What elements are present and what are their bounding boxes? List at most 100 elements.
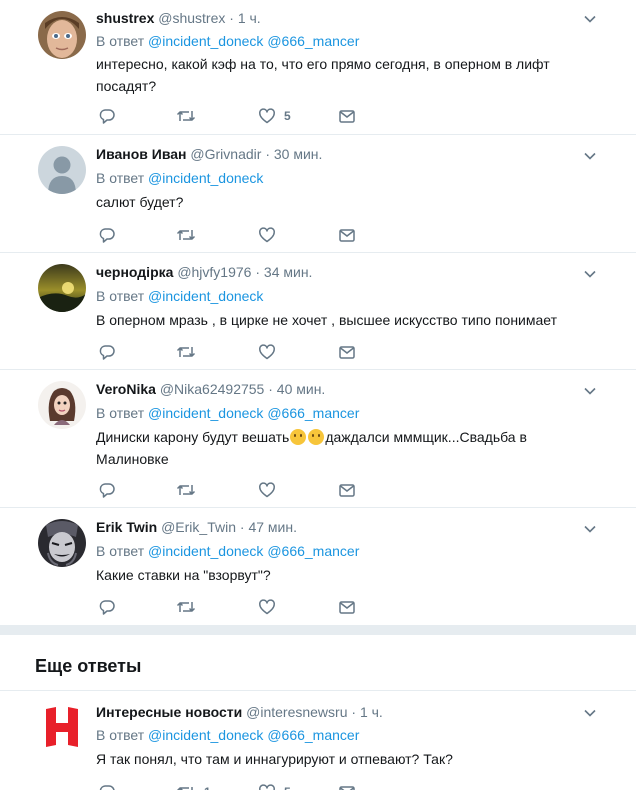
chevron-down-icon[interactable] xyxy=(582,11,598,27)
tweet-1[interactable]: shustrex @shustrex · 1 ч. В ответ @incid… xyxy=(0,0,636,135)
author-handle[interactable]: @interesnewsru xyxy=(246,704,347,720)
reply-context: В ответ @incident_doneck @666_mancer xyxy=(96,726,359,744)
reply-prefix: В ответ xyxy=(96,288,145,304)
author-name[interactable]: VeroNika xyxy=(96,381,156,397)
like-button[interactable] xyxy=(258,597,276,617)
reply-button[interactable] xyxy=(98,480,116,500)
like-count: 5 xyxy=(284,785,291,790)
mention-links[interactable]: @incident_doneck xyxy=(148,170,263,186)
chevron-down-icon[interactable] xyxy=(582,383,598,399)
tweet-text: интересно, какой кэф на то, что его прям… xyxy=(96,56,550,94)
like-icon xyxy=(259,482,275,498)
like-button[interactable] xyxy=(258,225,276,245)
tweet-time[interactable]: 47 мин. xyxy=(248,519,297,535)
mention-links[interactable]: @incident_doneck @666_mancer xyxy=(148,33,359,49)
author-handle[interactable]: @hjvfy1976 xyxy=(177,264,251,280)
like-icon xyxy=(259,108,275,124)
avatar-shustrex-image xyxy=(38,11,86,59)
tweet-3[interactable]: чернодірка @hjvfy1976 · 34 мин. В ответ … xyxy=(0,253,636,370)
reply-button[interactable] xyxy=(98,106,116,126)
tweet-text: Я так понял, что там и иннагурируют и от… xyxy=(96,751,453,767)
author-handle[interactable]: @shustrex xyxy=(158,10,225,26)
reply-icon xyxy=(99,345,115,360)
author-name[interactable]: shustrex xyxy=(96,10,154,26)
author-name[interactable]: Иванов Иван xyxy=(96,146,187,162)
avatar-nika62492755[interactable] xyxy=(38,381,86,429)
retweet-icon xyxy=(176,111,196,121)
author-handle[interactable]: @Erik_Twin xyxy=(161,519,236,535)
like-button[interactable]: 5 xyxy=(258,782,291,790)
message-button[interactable] xyxy=(338,782,356,790)
like-button[interactable] xyxy=(258,342,276,362)
author-handle[interactable]: @Nika62492755 xyxy=(160,381,265,397)
reply-context: В ответ @incident_doneck xyxy=(96,287,263,305)
reply-button[interactable] xyxy=(98,782,116,790)
message-button[interactable] xyxy=(338,106,356,126)
avatar-hjvfy1976[interactable] xyxy=(38,264,86,312)
chevron-down-icon[interactable] xyxy=(582,148,598,164)
like-icon xyxy=(259,784,275,790)
tweet-2[interactable]: Иванов Иван @Grivnadir · 30 мин. В ответ… xyxy=(0,135,636,253)
message-button[interactable] xyxy=(338,597,356,617)
chevron-down-icon[interactable] xyxy=(582,266,598,282)
retweet-button[interactable]: 1 xyxy=(176,782,211,790)
tweet-time[interactable]: 30 мин. xyxy=(274,146,323,162)
author-handle[interactable]: @Grivnadir xyxy=(190,146,261,162)
like-icon xyxy=(259,344,275,360)
reply-button[interactable] xyxy=(98,597,116,617)
like-icon xyxy=(259,227,275,243)
news-logo-icon xyxy=(38,703,86,751)
separator-dot: · xyxy=(239,519,245,535)
reply-context: В ответ @incident_doneck @666_mancer xyxy=(96,542,359,560)
chevron-down-icon[interactable] xyxy=(582,521,598,537)
reply-icon xyxy=(99,785,115,790)
message-button[interactable] xyxy=(338,342,356,362)
retweet-button[interactable] xyxy=(176,597,196,617)
more-replies-heading: Еще ответы xyxy=(35,656,142,676)
avatar-shustrex[interactable] xyxy=(38,11,86,59)
tweet-time[interactable]: 1 ч. xyxy=(360,704,383,720)
author-name[interactable]: Интересные новости xyxy=(96,704,242,720)
avatar-interesnewsru[interactable] xyxy=(38,703,86,751)
like-button[interactable] xyxy=(258,480,276,500)
separator-dot: · xyxy=(229,10,234,26)
tweet-time[interactable]: 1 ч. xyxy=(238,10,261,26)
reply-icon xyxy=(99,109,115,124)
tweet-more-1[interactable]: Интересные новости @interesnewsru · 1 ч.… xyxy=(0,691,636,790)
retweet-icon xyxy=(176,485,196,495)
tweet-time[interactable]: 34 мин. xyxy=(264,264,313,280)
tweet-5[interactable]: Erik Twin @Erik_Twin · 47 мин. В ответ @… xyxy=(0,508,636,625)
tweet-4[interactable]: VeroNika @Nika62492755 · 40 мин. В ответ… xyxy=(0,370,636,508)
retweet-button[interactable] xyxy=(176,342,196,362)
tweet-time[interactable]: 40 мин. xyxy=(277,381,326,397)
tweet-header: Интересные новости @interesnewsru · 1 ч. xyxy=(96,703,383,721)
retweet-button[interactable] xyxy=(176,480,196,500)
reply-prefix: В ответ xyxy=(96,405,145,421)
author-name[interactable]: чернодірка xyxy=(96,264,173,280)
reply-prefix: В ответ xyxy=(96,727,145,743)
message-button[interactable] xyxy=(338,480,356,500)
avatar-erik-twin-image xyxy=(38,519,86,567)
author-name[interactable]: Erik Twin xyxy=(96,519,157,535)
avatar-erik-twin[interactable] xyxy=(38,519,86,567)
mention-links[interactable]: @incident_doneck xyxy=(148,288,263,304)
reply-button[interactable] xyxy=(98,225,116,245)
message-icon xyxy=(339,110,355,123)
message-button[interactable] xyxy=(338,225,356,245)
retweet-button[interactable] xyxy=(176,225,196,245)
default-avatar-icon xyxy=(38,146,86,194)
retweet-icon xyxy=(176,787,193,790)
retweet-icon xyxy=(176,347,196,357)
retweet-button[interactable] xyxy=(176,106,196,126)
reply-button[interactable] xyxy=(98,342,116,362)
mention-links[interactable]: @incident_doneck @666_mancer xyxy=(148,405,359,421)
separator-dot: · xyxy=(265,146,270,162)
chevron-down-icon[interactable] xyxy=(582,705,598,721)
like-button[interactable]: 5 xyxy=(258,106,291,126)
avatar-grivnadir[interactable] xyxy=(38,146,86,194)
message-icon xyxy=(339,229,355,242)
tweet-header: Erik Twin @Erik_Twin · 47 мин. xyxy=(96,518,297,536)
mention-links[interactable]: @incident_doneck @666_mancer xyxy=(148,543,359,559)
tweet-text: Диниски карону будут вешать даждалси мммщ… xyxy=(96,426,596,470)
mention-links[interactable]: @incident_doneck @666_mancer xyxy=(148,727,359,743)
